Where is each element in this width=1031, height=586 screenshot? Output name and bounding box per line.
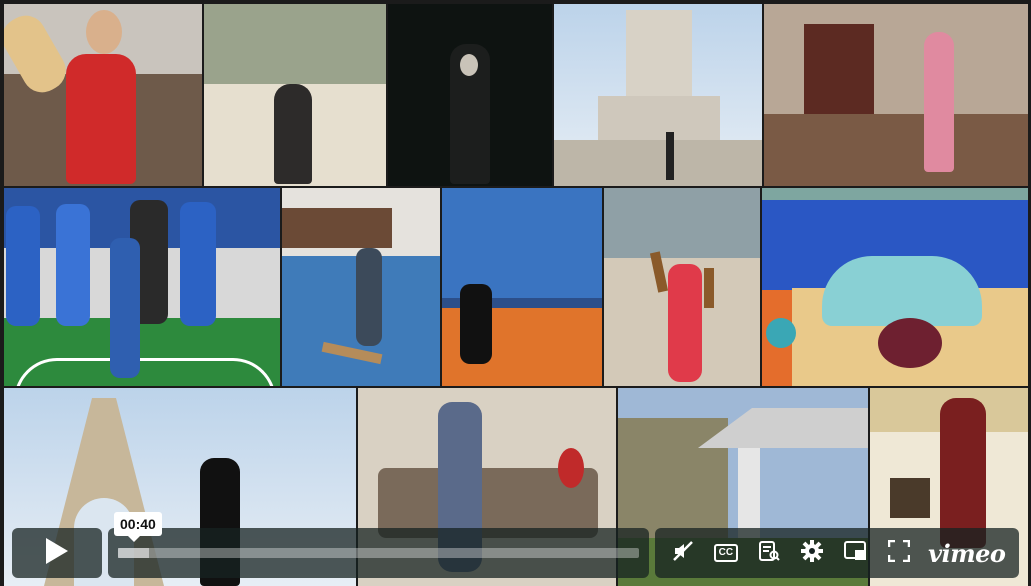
volume-button[interactable] — [669, 539, 697, 567]
video-tile-monument — [554, 4, 762, 186]
progress-bar-container: 00:40 — [108, 512, 649, 578]
volume-muted-icon — [671, 539, 695, 568]
video-tile-mat-exercise — [762, 188, 1028, 386]
settings-button[interactable] — [798, 539, 826, 567]
vimeo-logo-link[interactable]: vimeo — [928, 538, 1006, 568]
picture-in-picture-icon — [843, 540, 868, 567]
transcript-button[interactable] — [755, 539, 783, 567]
current-time-tooltip: 00:40 — [114, 512, 162, 542]
progress-bar[interactable]: 00:40 — [114, 512, 639, 558]
right-controls: CC vimeo — [655, 528, 1019, 578]
captions-button[interactable]: CC — [712, 539, 740, 567]
video-tile-night-figure — [388, 4, 552, 186]
video-tile-girl-red-sweater — [4, 4, 202, 186]
video-tile-gym-hall — [442, 188, 602, 386]
play-icon — [44, 537, 70, 570]
fullscreen-button[interactable] — [885, 539, 913, 567]
video-player[interactable]: 00:40 CC vimeo — [0, 0, 1031, 586]
picture-in-picture-button[interactable] — [842, 539, 870, 567]
video-tile-blue-shirts-group — [4, 188, 280, 386]
fullscreen-icon — [887, 539, 911, 567]
transcript-icon — [758, 540, 780, 567]
settings-gear-icon — [800, 539, 824, 568]
video-tile-living-room-pink — [764, 4, 1028, 186]
play-button[interactable] — [12, 528, 102, 578]
cc-icon: CC — [713, 544, 739, 562]
video-tile-indoor-arena-child — [282, 188, 440, 386]
video-tile-woman-outdoor-court — [204, 4, 386, 186]
video-tile-beach-girl — [604, 188, 760, 386]
player-controls: 00:40 CC vimeo — [12, 512, 1019, 578]
progress-bar-played — [118, 548, 150, 558]
vimeo-logo: vimeo — [928, 538, 1006, 568]
